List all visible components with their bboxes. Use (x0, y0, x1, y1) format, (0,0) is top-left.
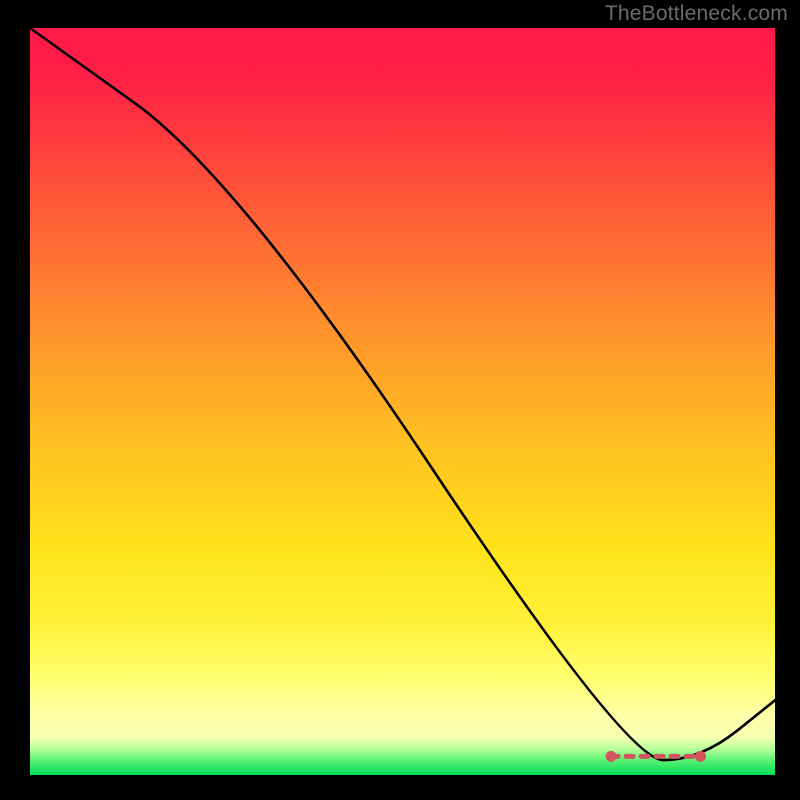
chart-container: TheBottleneck.com (0, 0, 800, 800)
plot-area (30, 28, 775, 775)
bottleneck-chart (0, 0, 800, 800)
attribution-text: TheBottleneck.com (605, 2, 788, 26)
